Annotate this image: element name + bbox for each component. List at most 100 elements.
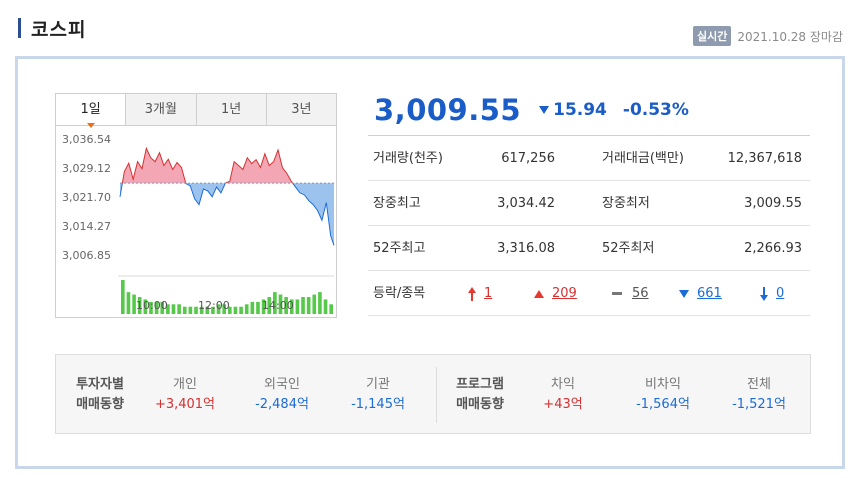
volume-bar [244, 304, 249, 314]
investor-value: -2,484억 [255, 397, 309, 412]
low-value: 3,009.55 [744, 196, 802, 211]
volume-bar [171, 304, 176, 314]
x-tick-label: 14:00 [262, 299, 294, 312]
heading-line: 매매동향 [456, 397, 504, 412]
chart-area-up [122, 148, 293, 184]
flat-count: 56 [632, 286, 649, 301]
volume-bar [295, 299, 300, 314]
w52-low-value: 2,266.93 [744, 241, 802, 256]
program-value: -1,521억 [732, 397, 786, 412]
volume-bar [329, 304, 333, 314]
market-status: 실시간 2021.10.28 장마감 [692, 26, 843, 46]
investor-trend-heading: 투자자별 매매동향 [64, 375, 136, 415]
investor-value: +3,401억 [154, 397, 216, 412]
stat-row-intraday: 장중최고 3,034.42 장중최저 3,009.55 [368, 181, 810, 226]
volume-value: 617,256 [501, 151, 555, 166]
stat-row-volume: 거래량(천주) 617,256 거래대금(백만) 12,367,618 [368, 136, 810, 181]
program-trend-heading: 프로그램 매매동향 [444, 375, 516, 415]
price-change: 15.94 [539, 100, 607, 120]
rise-count: 209 [552, 286, 577, 301]
high-value: 3,034.42 [497, 196, 555, 211]
rise-triangle-icon [534, 289, 544, 298]
x-tick-label: 12:00 [198, 299, 230, 312]
volume-bar [250, 301, 255, 314]
volume-bar [312, 294, 317, 314]
lower-limit-link[interactable]: 0 [760, 271, 784, 316]
tab-label: 3년 [291, 102, 312, 117]
intraday-chart: 3,036.54 3,029.12 3,021.70 3,014.27 3,00… [55, 126, 337, 318]
tab-1y[interactable]: 1년 [195, 94, 266, 125]
volume-bar [306, 297, 311, 314]
investor-name: 기관 [366, 377, 390, 392]
volume-bar [126, 292, 131, 314]
volume-bar [182, 306, 187, 314]
program-name: 비차익 [645, 377, 681, 392]
rise-link[interactable]: 209 [534, 271, 577, 316]
current-price: 3,009.55 [374, 93, 522, 127]
tab-label: 3개월 [144, 102, 177, 117]
investor-value: -1,145억 [351, 397, 405, 412]
volume-bar [177, 304, 181, 314]
fall-triangle-icon [679, 289, 689, 298]
change-rate: -0.53% [622, 100, 689, 120]
program-name: 차익 [551, 377, 575, 392]
investor-trend-box: 투자자별 매매동향 개인 +3,401억 외국인 -2,484억 기관 -1,1… [55, 354, 811, 434]
title-accent-bar [18, 18, 21, 38]
upper-limit-arrow-icon [468, 286, 476, 301]
change-value: 15.94 [553, 100, 607, 120]
volume-bar [233, 306, 238, 314]
stats-table: 거래량(천주) 617,256 거래대금(백만) 12,367,618 장중최고… [368, 135, 810, 316]
distribution-label: 등락/종목 [373, 286, 426, 301]
program-non-arbitrage: 비차익 -1,564억 [618, 375, 708, 415]
stat-row-distribution: 등락/종목 1 209 56 661 0 [368, 271, 810, 316]
tab-3y[interactable]: 3년 [265, 94, 336, 125]
tab-label: 1일 [80, 102, 101, 117]
investor-name: 외국인 [264, 377, 300, 392]
volume-label: 거래량(천주) [373, 151, 443, 166]
flat-link[interactable]: 56 [612, 271, 649, 316]
low-label: 장중최저 [602, 196, 650, 211]
realtime-badge: 실시간 [692, 26, 732, 46]
program-value: +43억 [543, 397, 583, 412]
w52-high-label: 52주최고 [373, 241, 426, 256]
volume-bar [323, 299, 328, 314]
heading-line: 프로그램 [456, 377, 504, 392]
volume-bar [239, 306, 243, 314]
upper-limit-link[interactable]: 1 [468, 271, 492, 316]
heading-line: 매매동향 [76, 397, 124, 412]
down-triangle-icon [539, 106, 550, 114]
divider [436, 367, 437, 423]
program-arbitrage: 차익 +43억 [528, 375, 598, 415]
fall-link[interactable]: 661 [679, 271, 722, 316]
period-tabs: 1일 3개월 1년 3년 [55, 93, 337, 128]
w52-high-value: 3,316.08 [497, 241, 555, 256]
quote-row: 3,009.55 15.94 -0.53% [374, 93, 689, 127]
investor-institution: 기관 -1,145억 [336, 375, 420, 415]
high-label: 장중최고 [373, 196, 421, 211]
volume-bar [256, 301, 260, 314]
w52-low-label: 52주최저 [602, 241, 655, 256]
volume-bar [188, 306, 193, 314]
index-name: 코스피 [31, 18, 87, 41]
page-title: 코스피 [18, 16, 87, 41]
volume-bar [318, 292, 322, 314]
x-tick-label: 10:00 [136, 299, 168, 312]
stat-row-52week: 52주최고 3,316.08 52주최저 2,266.93 [368, 226, 810, 271]
investor-foreign: 외국인 -2,484억 [240, 375, 324, 415]
amount-label: 거래대금(백만) [602, 151, 684, 166]
amount-value: 12,367,618 [727, 151, 802, 166]
program-total: 전체 -1,521억 [714, 375, 804, 415]
index-panel: 1일 3개월 1년 3년 3,036.54 3,029.12 3,021.70 … [15, 56, 845, 469]
heading-line: 투자자별 [76, 377, 124, 392]
program-value: -1,564억 [636, 397, 690, 412]
tab-1d[interactable]: 1일 [56, 94, 126, 128]
lower-limit-arrow-icon [760, 286, 768, 301]
investor-individual: 개인 +3,401억 [148, 375, 222, 415]
investor-name: 개인 [173, 377, 197, 392]
volume-bar [301, 297, 305, 314]
market-datetime: 2021.10.28 장마감 [737, 29, 843, 44]
tab-3m[interactable]: 3개월 [125, 94, 196, 125]
price-chart-svg [118, 146, 335, 314]
flat-dash-icon [612, 292, 622, 295]
program-name: 전체 [747, 377, 771, 392]
